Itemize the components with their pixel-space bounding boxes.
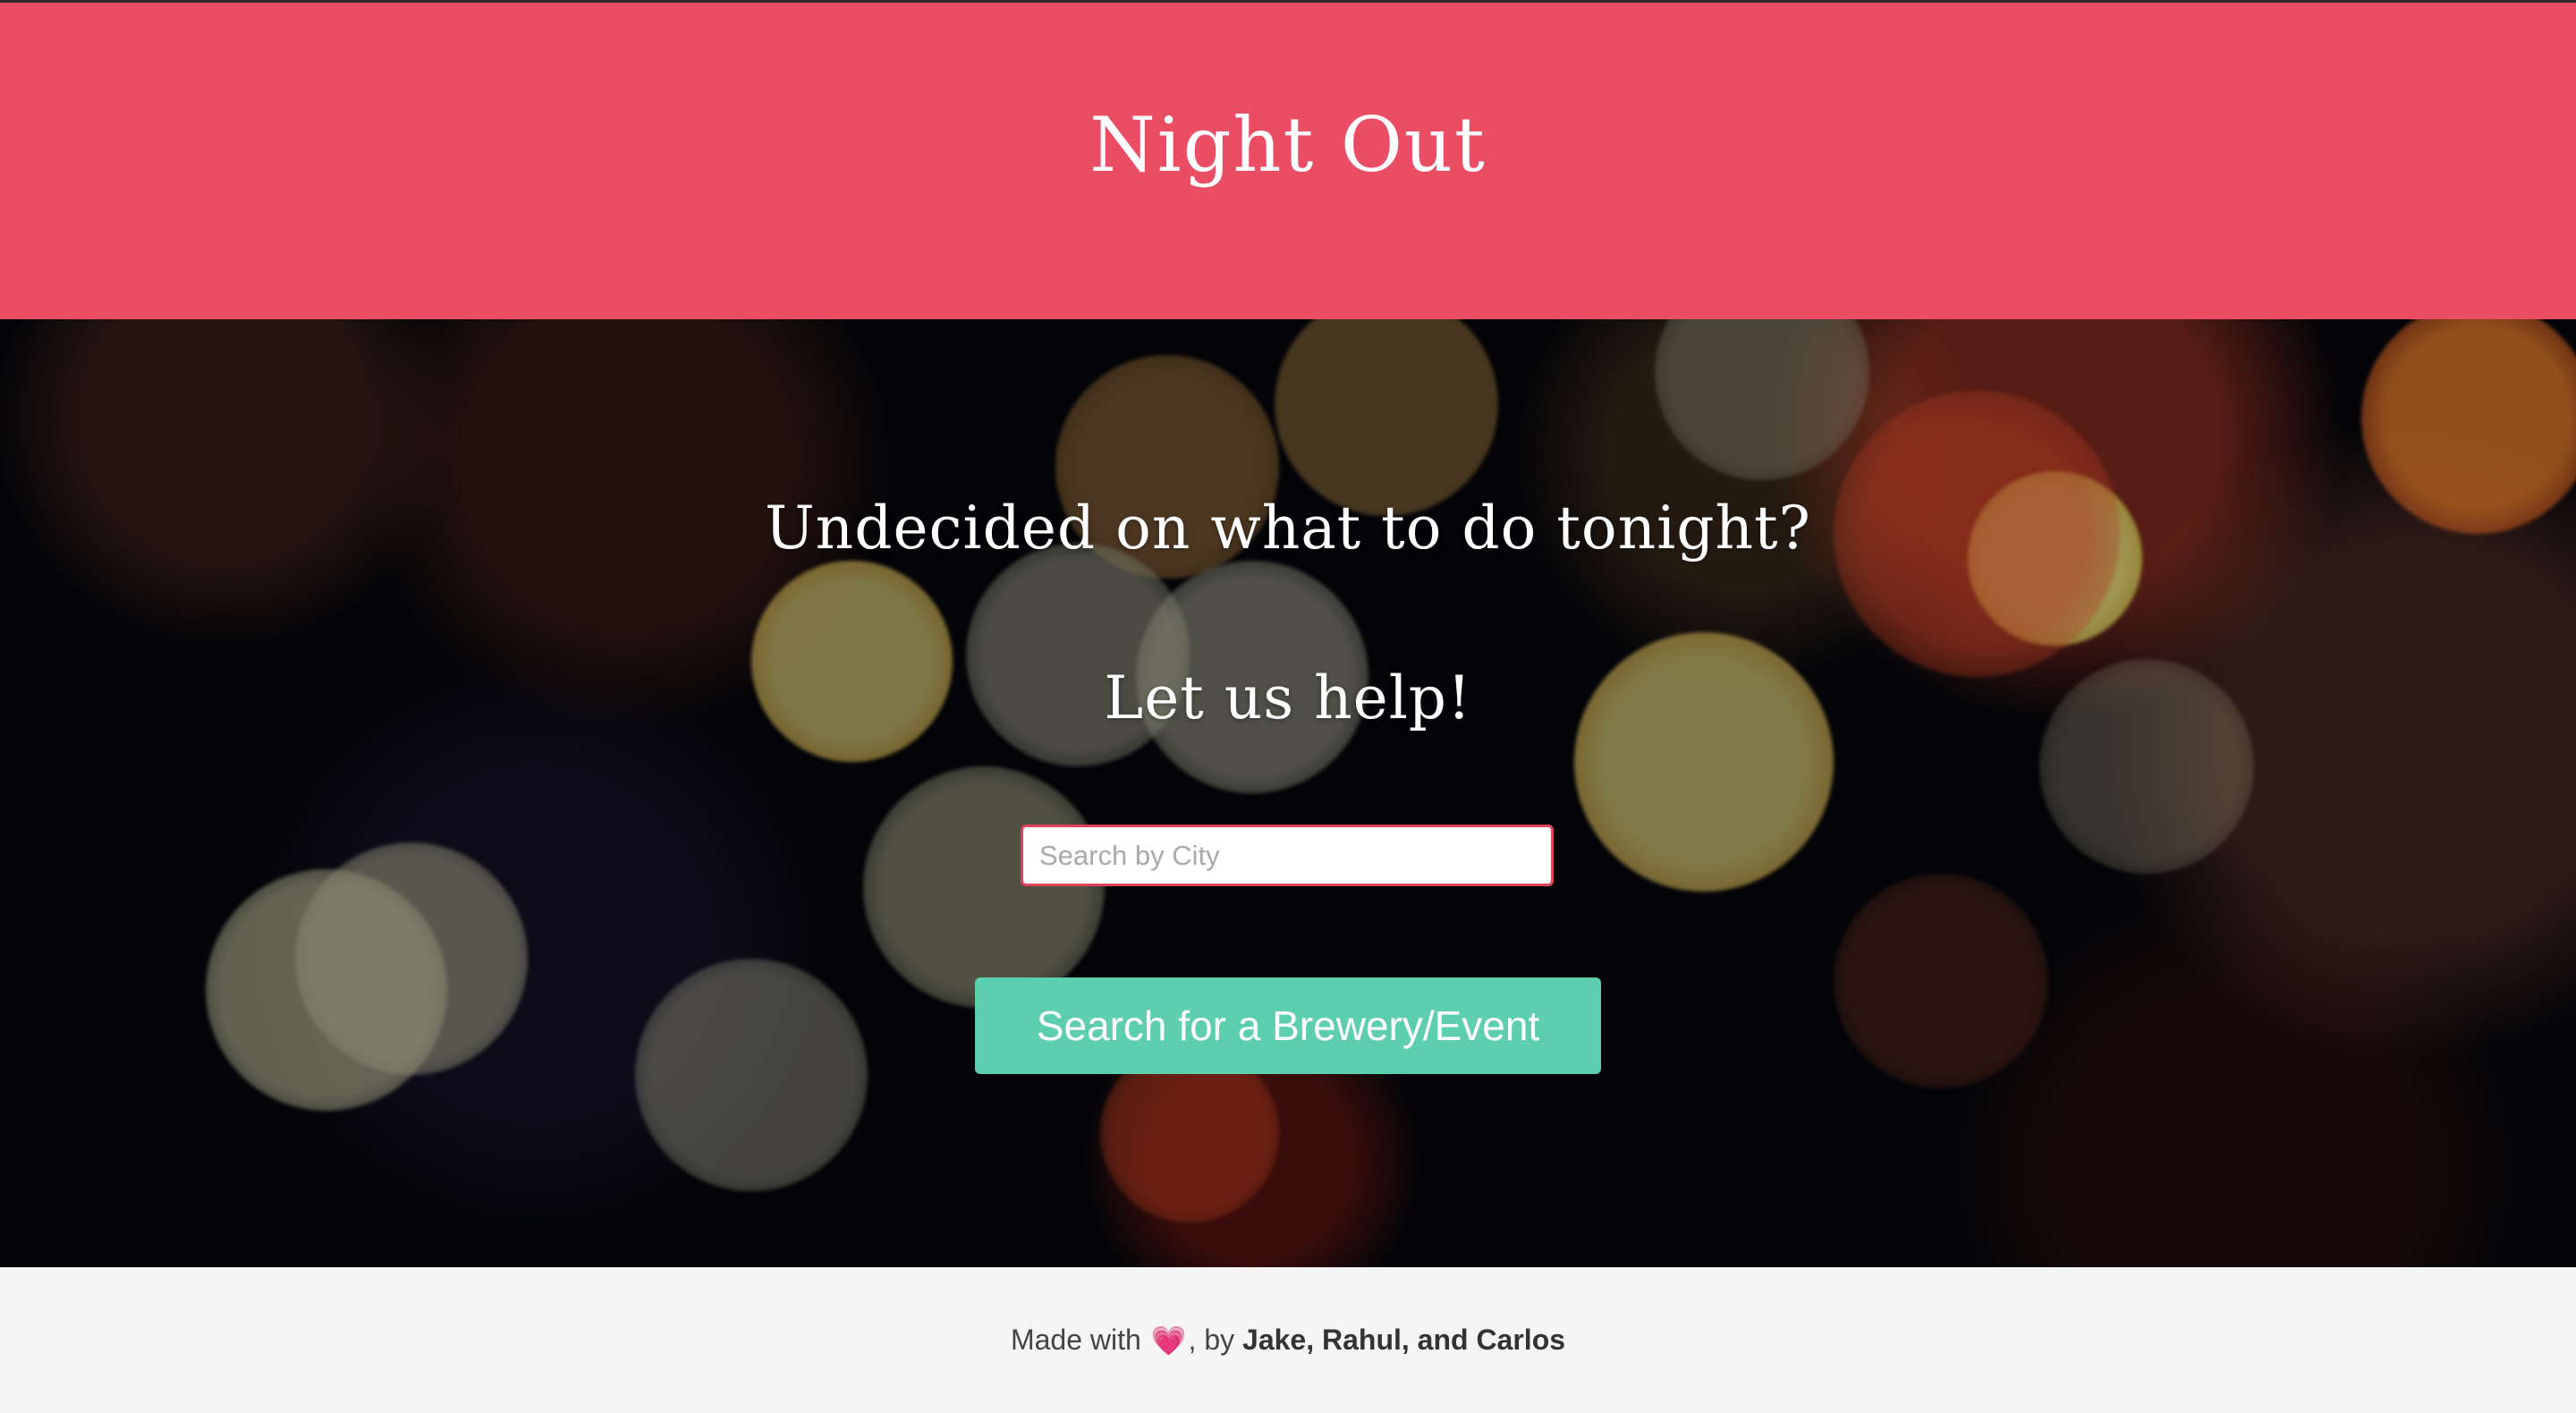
site-header: Night Out [0, 3, 2576, 319]
city-search-input[interactable] [1021, 825, 1554, 886]
footer-prefix: Made with [1010, 1324, 1141, 1356]
search-brewery-event-button[interactable]: Search for a Brewery/Event [975, 977, 1601, 1074]
footer-authors: Jake, Rahul, and Carlos [1242, 1324, 1566, 1356]
footer-middle: , by [1188, 1324, 1235, 1356]
heart-icon: 💗 [1150, 1324, 1187, 1357]
hero-subheadline: Let us help! [1104, 664, 1472, 732]
hero-section: Undecided on what to do tonight? Let us … [0, 319, 2576, 1267]
site-footer: Made with 💗, by Jake, Rahul, and Carlos [0, 1267, 2576, 1413]
hero-content: Undecided on what to do tonight? Let us … [0, 319, 2576, 1267]
site-title: Night Out [1089, 101, 1487, 189]
hero-headline: Undecided on what to do tonight? [765, 494, 1811, 563]
